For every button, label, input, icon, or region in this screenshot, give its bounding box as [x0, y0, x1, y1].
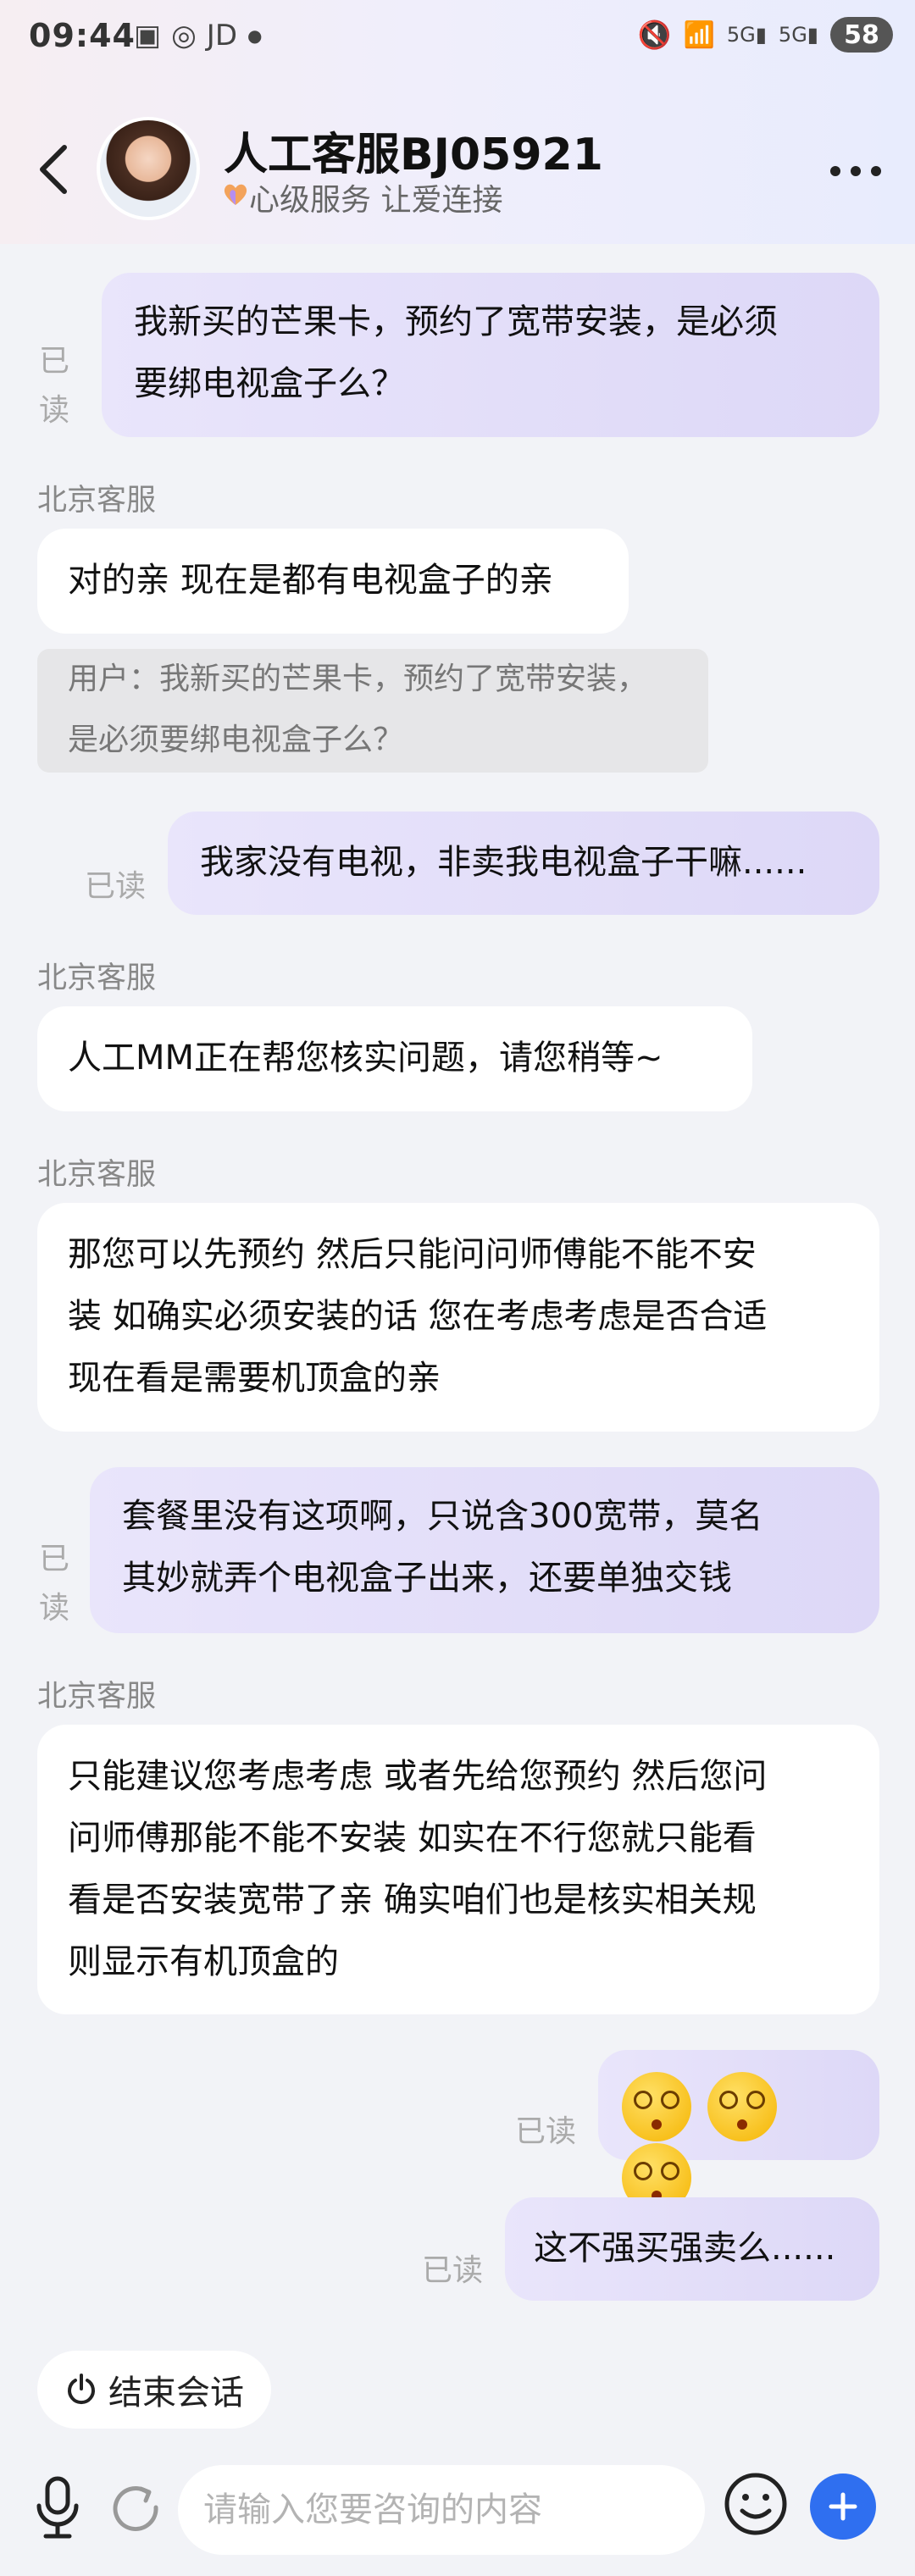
- more-dot-icon: [851, 166, 861, 176]
- status-time: 09:44: [29, 17, 136, 54]
- dizzy-face-icon: [707, 2072, 777, 2141]
- message-bubble-outgoing[interactable]: [598, 2050, 879, 2213]
- end-session-label: 结束会话: [108, 2374, 244, 2413]
- battery-indicator: 58: [830, 17, 893, 53]
- read-receipt: 已读: [85, 869, 147, 904]
- message-line: 人工MM正在帮您核实问题，请您稍等~: [68, 1039, 663, 1077]
- message-line: 这不强买强卖么......: [534, 2229, 836, 2268]
- message-bubble-outgoing[interactable]: 我家没有电视，非卖我电视盒子干嘛......: [168, 812, 879, 915]
- back-button[interactable]: [34, 144, 75, 195]
- signal-5g-icon: 5G▮: [726, 23, 767, 47]
- dot-icon: ●: [247, 25, 263, 46]
- sender-name: 北京客服: [37, 484, 157, 518]
- sender-name: 北京客服: [37, 961, 157, 995]
- read-receipt-char: 读: [38, 1591, 69, 1626]
- camera-icon: ▣: [134, 19, 162, 53]
- dizzy-face-icon: [622, 2072, 691, 2141]
- refresh-icon: [113, 2486, 158, 2531]
- status-app-icons: ▣ ◎ JD ●: [134, 19, 262, 53]
- message-line: 套餐里没有这项啊，只说含300宽带，莫名: [122, 1497, 763, 1536]
- read-receipt: 已读: [422, 2253, 484, 2288]
- microphone-icon: [36, 2476, 79, 2539]
- chevron-left-icon: [40, 145, 67, 194]
- battery-level: 58: [844, 19, 879, 50]
- message-line: 现在看是需要机顶盒的亲: [68, 1359, 441, 1398]
- power-icon: [68, 2374, 95, 2405]
- more-dot-icon: [871, 166, 881, 176]
- smiley-icon: [724, 2473, 787, 2535]
- more-dot-icon: [830, 166, 840, 176]
- read-receipt: 已读: [37, 337, 71, 435]
- message-bubble-incoming[interactable]: 人工MM正在帮您核实问题，请您稍等~: [37, 1006, 752, 1111]
- quoted-message: 用户：我新买的芒果卡，预约了宽带安装， 是必须要绑电视盒子么？: [37, 649, 708, 773]
- read-receipt-char: 已: [38, 344, 69, 379]
- quote-line: 用户：我新买的芒果卡，预约了宽带安装，: [68, 662, 648, 696]
- message-line: 我新买的芒果卡，预约了宽带安装，是必须: [134, 302, 778, 341]
- status-right: 🔇 📶 5G▮ 5G▮ 58: [638, 17, 893, 53]
- message-line: 问师傅那能不能不安装 如实在不行您就只能看: [68, 1819, 757, 1858]
- voice-input-button[interactable]: [34, 2474, 81, 2541]
- heart-icon: [224, 184, 247, 205]
- status-app-label: JD: [206, 19, 238, 53]
- read-receipt-char: 读: [38, 393, 69, 428]
- message-line: 则显示有机顶盒的: [68, 1942, 339, 1981]
- mute-icon: 🔇: [637, 19, 672, 51]
- message-line: 我家没有电视，非卖我电视盒子干嘛......: [200, 843, 807, 882]
- message-line: 其妙就弄个电视盒子出来，还要单独交钱: [122, 1559, 732, 1598]
- read-receipt-char: 已: [38, 1542, 69, 1576]
- wechat-icon: ◎: [171, 19, 197, 53]
- message-line: 要绑电视盒子么？: [134, 364, 405, 403]
- message-bubble-outgoing[interactable]: 套餐里没有这项啊，只说含300宽带，莫名 其妙就弄个电视盒子出来，还要单独交钱: [90, 1467, 879, 1633]
- sender-name: 北京客服: [37, 1680, 157, 1714]
- plus-icon: [829, 2492, 857, 2521]
- end-session-button[interactable]: 结束会话: [37, 2351, 271, 2429]
- message-line: 只能建议您考虑考虑 或者先给您预约 然后您问: [68, 1757, 768, 1796]
- read-receipt: 已读: [37, 1535, 71, 1633]
- message-line: 看是否安装宽带了亲 确实咱们也是核实相关规: [68, 1881, 757, 1920]
- chat-title: 人工客服BJ05921: [224, 130, 603, 180]
- message-bubble-incoming[interactable]: 对的亲 现在是都有电视盒子的亲: [37, 529, 629, 634]
- refresh-button[interactable]: [110, 2482, 161, 2533]
- message-bubble-incoming[interactable]: 只能建议您考虑考虑 或者先给您预约 然后您问 问师傅那能不能不安装 如实在不行您…: [37, 1725, 879, 2014]
- sender-name: 北京客服: [37, 1158, 157, 1192]
- chat-subtitle: 心级服务 让爱连接: [249, 183, 503, 218]
- signal-5g-icon-2: 5G▮: [778, 23, 818, 47]
- message-line: 装 如确实必须安装的话 您在考虑考虑是否合适: [68, 1297, 768, 1336]
- message-line: 对的亲 现在是都有电视盒子的亲: [68, 561, 553, 600]
- add-attachment-button[interactable]: [810, 2474, 876, 2540]
- message-bubble-outgoing[interactable]: 这不强买强卖么......: [505, 2197, 879, 2301]
- more-options-button[interactable]: [830, 166, 881, 176]
- message-input[interactable]: [178, 2465, 705, 2555]
- emoji-button[interactable]: [722, 2470, 790, 2538]
- quote-line: 是必须要绑电视盒子么？: [68, 723, 404, 757]
- message-line: 那您可以先预约 然后只能问问师傅能不能不安: [68, 1235, 757, 1274]
- message-bubble-incoming[interactable]: 那您可以先预约 然后只能问问师傅能不能不安 装 如确实必须安装的话 您在考虑考虑…: [37, 1203, 879, 1432]
- wifi-icon: 📶: [683, 19, 715, 50]
- message-bubble-outgoing[interactable]: 我新买的芒果卡，预约了宽带安装，是必须 要绑电视盒子么？: [102, 273, 879, 437]
- agent-avatar[interactable]: [97, 117, 200, 220]
- read-receipt: 已读: [515, 2114, 577, 2149]
